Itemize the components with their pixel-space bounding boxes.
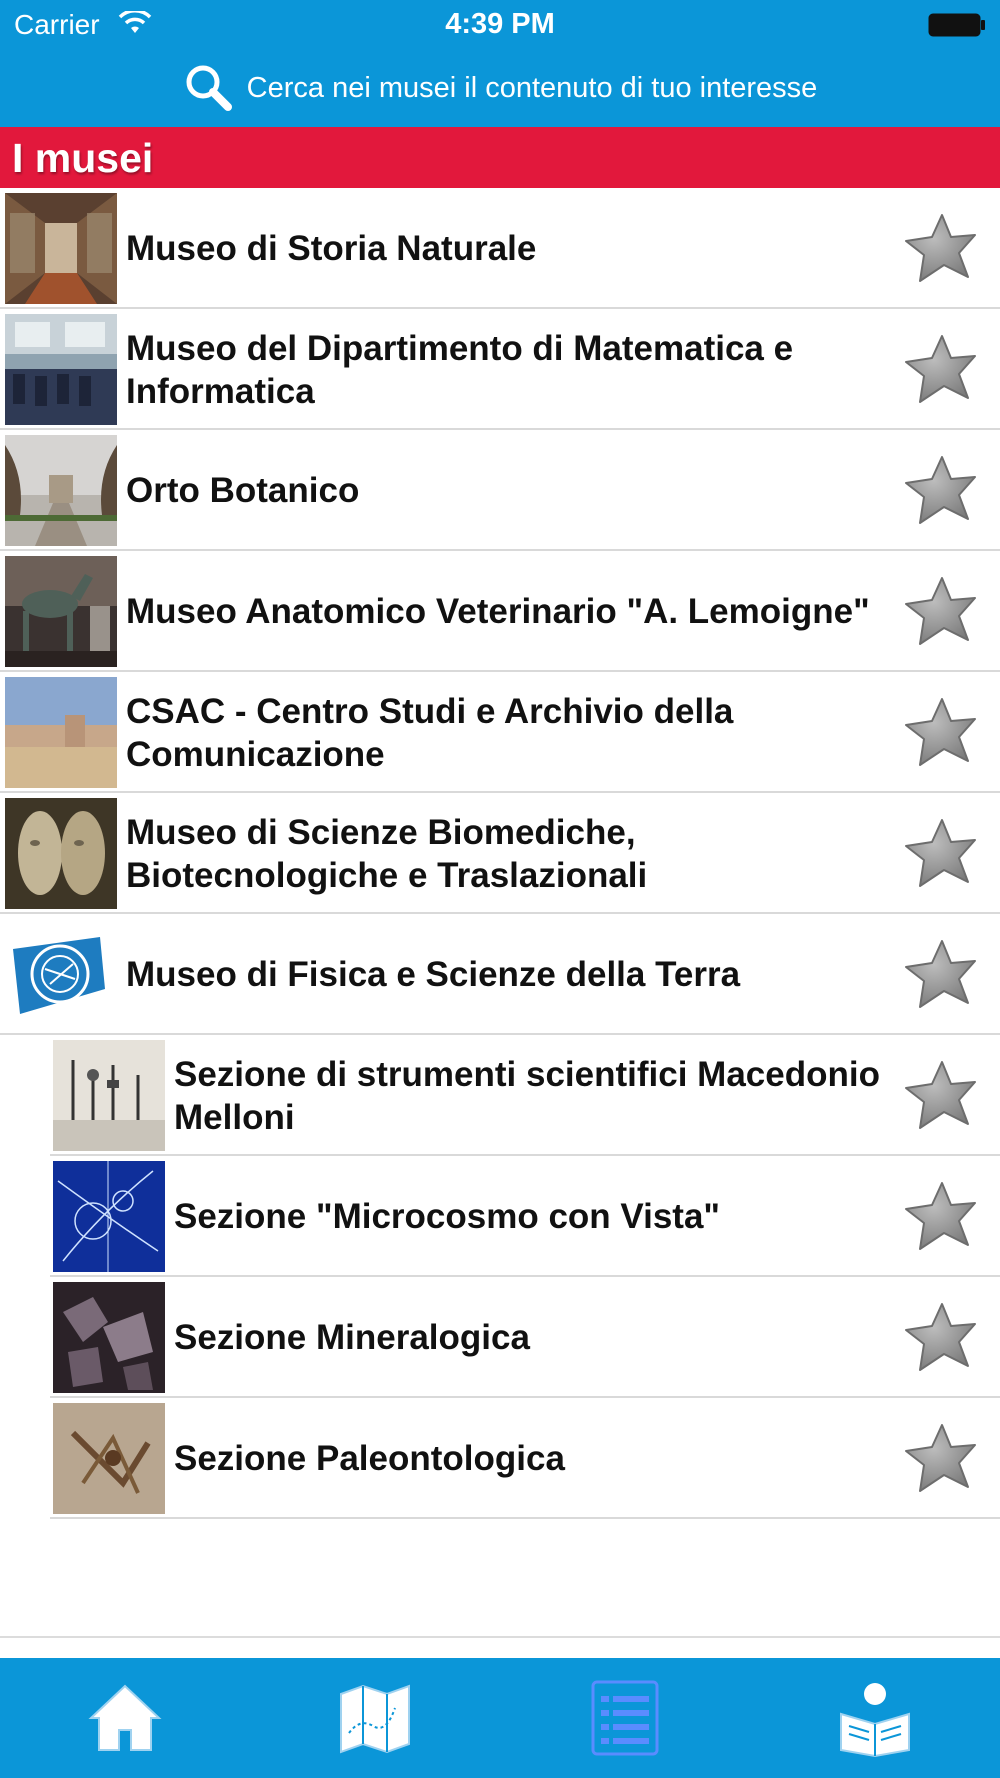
list-end-divider	[0, 1636, 1000, 1638]
museum-logo	[5, 919, 117, 1030]
status-bar: Carrier 4:39 PM	[0, 0, 1000, 50]
museum-thumbnail	[5, 193, 117, 304]
list-icon	[591, 1680, 659, 1756]
museum-row[interactable]: Museo di Fisica e Scienze della Terra	[0, 914, 1000, 1035]
section-name: Sezione Paleontologica	[174, 1439, 565, 1478]
favorite-star-icon[interactable]	[902, 332, 978, 408]
map-icon	[340, 1684, 410, 1754]
favorite-star-icon[interactable]	[902, 453, 978, 529]
search-bar[interactable]: Cerca nei musei il contenuto di tuo inte…	[0, 60, 1000, 116]
museum-name: CSAC - Centro Studi e Archivio della Com…	[126, 691, 734, 774]
battery-icon	[928, 13, 985, 37]
tab-news[interactable]	[750, 1658, 1000, 1778]
favorite-star-icon[interactable]	[902, 1058, 978, 1134]
favorite-star-icon[interactable]	[902, 1421, 978, 1497]
favorite-star-icon[interactable]	[902, 574, 978, 650]
section-name: Sezione Mineralogica	[174, 1318, 530, 1357]
museum-name: Museo di Scienze Biomediche, Biotecnolog…	[126, 812, 648, 895]
news-reader-icon	[840, 1683, 910, 1758]
section-thumbnail	[53, 1040, 165, 1151]
tab-home[interactable]	[0, 1658, 250, 1778]
museum-row[interactable]: Museo di Scienze Biomediche, Biotecnolog…	[0, 793, 1000, 914]
section-name: Sezione di strumenti scientifici Macedon…	[174, 1054, 880, 1137]
museum-list: Museo di Storia Naturale Museo del Dipar…	[0, 188, 1000, 1598]
museum-row[interactable]: Museo del Dipartimento di Matematica e I…	[0, 309, 1000, 430]
section-thumbnail	[53, 1403, 165, 1514]
museum-name: Museo di Storia Naturale	[126, 229, 537, 268]
top-bar: Carrier 4:39 PM Cerca nei musei il conte…	[0, 0, 1000, 127]
tab-map[interactable]	[250, 1658, 500, 1778]
museum-thumbnail	[5, 677, 117, 788]
section-name: Sezione "Microcosmo con Vista"	[174, 1197, 721, 1236]
museum-thumbnail	[5, 435, 117, 546]
section-title: I musei	[12, 135, 154, 181]
search-icon	[186, 65, 232, 111]
favorite-star-icon[interactable]	[902, 816, 978, 892]
museum-name: Museo Anatomico Veterinario "A. Lemoigne…	[126, 592, 870, 631]
museum-row[interactable]: Orto Botanico	[0, 430, 1000, 551]
section-row[interactable]: Sezione "Microcosmo con Vista"	[0, 1156, 1000, 1277]
favorite-star-icon[interactable]	[902, 937, 978, 1013]
museum-name: Orto Botanico	[126, 471, 360, 510]
museum-name: Museo di Fisica e Scienze della Terra	[126, 955, 741, 994]
favorite-star-icon[interactable]	[902, 1300, 978, 1376]
section-thumbnail	[53, 1161, 165, 1272]
row-divider	[50, 1517, 1000, 1519]
museum-thumbnail	[5, 798, 117, 909]
favorite-star-icon[interactable]	[902, 211, 978, 287]
museum-row[interactable]: CSAC - Centro Studi e Archivio della Com…	[0, 672, 1000, 793]
favorite-star-icon[interactable]	[902, 1179, 978, 1255]
section-thumbnail	[53, 1282, 165, 1393]
section-row[interactable]: Sezione di strumenti scientifici Macedon…	[0, 1035, 1000, 1156]
favorite-star-icon[interactable]	[902, 695, 978, 771]
section-row[interactable]: Sezione Mineralogica	[0, 1277, 1000, 1398]
section-header: I musei	[0, 127, 1000, 188]
tab-list[interactable]	[500, 1658, 750, 1778]
section-row[interactable]: Sezione Paleontologica	[0, 1398, 1000, 1519]
home-icon	[88, 1684, 162, 1751]
tab-bar	[0, 1658, 1000, 1778]
museum-name: Museo del Dipartimento di Matematica e I…	[126, 328, 794, 411]
clock: 4:39 PM	[445, 8, 555, 40]
museum-thumbnail	[5, 314, 117, 425]
museum-row[interactable]: Museo di Storia Naturale	[0, 188, 1000, 309]
search-label: Cerca nei musei il contenuto di tuo inte…	[246, 71, 818, 104]
museum-thumbnail	[5, 556, 117, 667]
museum-row[interactable]: Museo Anatomico Veterinario "A. Lemoigne…	[0, 551, 1000, 672]
